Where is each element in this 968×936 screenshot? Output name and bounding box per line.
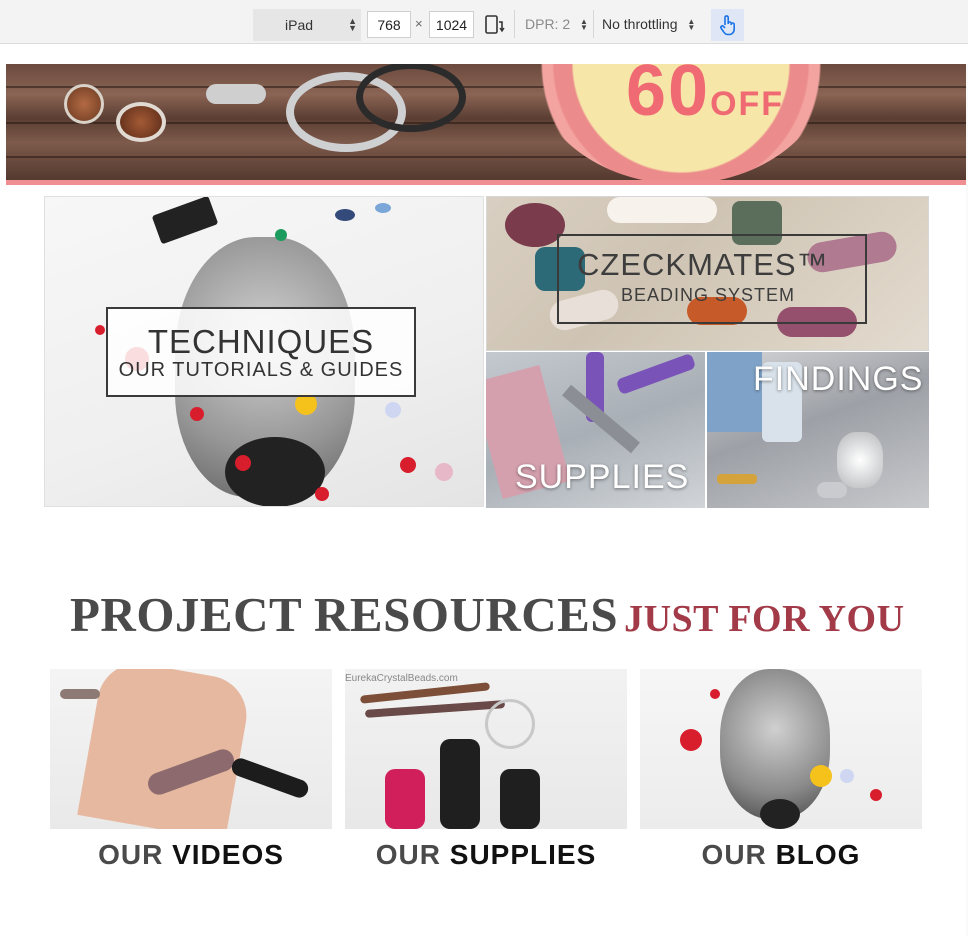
device-select-value: iPad bbox=[285, 17, 314, 33]
crystal-image bbox=[385, 402, 401, 418]
chevron-updown-icon: ▲ ▼ bbox=[348, 16, 357, 33]
studded-ring-image bbox=[356, 64, 466, 132]
model-figure-image bbox=[760, 799, 800, 829]
videos-caption-name: VIDEOS bbox=[172, 839, 284, 870]
supplies-caption-prefix: OUR bbox=[375, 839, 441, 870]
crystal-image bbox=[151, 197, 219, 245]
crystal-image bbox=[400, 457, 416, 473]
model-figure-image bbox=[225, 437, 325, 506]
supplies-title: SUPPLIES bbox=[515, 458, 690, 496]
supplies-caption-name: SUPPLIES bbox=[449, 839, 597, 870]
crystal-image bbox=[235, 455, 251, 471]
bead-strand-image bbox=[60, 689, 100, 699]
height-input[interactable]: 1024 bbox=[429, 11, 474, 38]
videos-caption[interactable]: OUR VIDEOS bbox=[50, 839, 332, 871]
throttle-value: No throttling bbox=[602, 16, 678, 32]
crystal-image bbox=[810, 765, 832, 787]
throttle-select[interactable]: No throttling ▲ ▼ bbox=[602, 16, 695, 32]
gold-toggle-image bbox=[717, 474, 757, 484]
crystal-image bbox=[375, 203, 391, 213]
supplies-caption[interactable]: OUR SUPPLIES bbox=[345, 839, 627, 871]
dpr-select[interactable]: DPR: 2 ▲ ▼ bbox=[525, 16, 588, 32]
promo-banner[interactable]: 60OFF bbox=[6, 64, 966, 185]
crystal-image bbox=[275, 229, 287, 241]
czeckmates-subtitle: BEADING SYSTEM bbox=[621, 285, 796, 305]
videos-card[interactable]: OUR VIDEOS bbox=[50, 669, 332, 871]
supplies-tile[interactable]: SUPPLIES bbox=[486, 352, 705, 508]
discount-badge-text: 60OFF bbox=[626, 64, 784, 132]
dimension-separator: × bbox=[415, 16, 423, 31]
cutters-image bbox=[440, 739, 480, 829]
star-bead-image bbox=[64, 84, 104, 124]
bead-strand-image bbox=[364, 700, 506, 718]
pearl-bead-image bbox=[607, 197, 717, 223]
supplies-card-image[interactable]: EurekaCrystalBeads.com bbox=[345, 669, 627, 829]
clasp-image bbox=[817, 482, 847, 498]
crystal-image bbox=[840, 769, 854, 783]
pliers-image bbox=[229, 755, 311, 801]
crystal-image bbox=[190, 407, 204, 421]
pink-pliers-image bbox=[385, 769, 425, 829]
discount-number: 60 bbox=[626, 64, 711, 131]
page-viewport: 60OFF TECHNIQUES OUR TUTORIALS & GUIDES bbox=[6, 64, 966, 936]
chevron-updown-icon: ▲ ▼ bbox=[687, 17, 696, 33]
watermark-text: EurekaCrystalBeads.com bbox=[345, 673, 458, 684]
silver-bead-image bbox=[206, 84, 266, 104]
blog-card-image[interactable] bbox=[640, 669, 922, 829]
crystal-image bbox=[435, 463, 453, 481]
touch-toggle[interactable] bbox=[711, 9, 744, 41]
device-toolbar: iPad ▲ ▼ 768 × 1024 DPR: 2 ▲ ▼ No throttli… bbox=[0, 0, 968, 44]
wood-grain bbox=[6, 156, 966, 158]
crystal-image bbox=[710, 689, 720, 699]
crystal-image bbox=[315, 487, 329, 501]
pliers-image bbox=[500, 769, 540, 829]
techniques-label-box: TECHNIQUES OUR TUTORIALS & GUIDES bbox=[106, 307, 416, 397]
model-figure-image bbox=[720, 669, 830, 819]
purple-pliers-image bbox=[615, 352, 697, 396]
techniques-subtitle: OUR TUTORIALS & GUIDES bbox=[118, 359, 404, 381]
project-resources-title: PROJECT RESOURCES bbox=[70, 587, 619, 642]
czeckmates-title: CZECKMATES™ bbox=[577, 247, 829, 282]
bead-strand-image bbox=[359, 682, 491, 704]
discount-suffix: OFF bbox=[710, 85, 785, 123]
dpr-value: DPR: 2 bbox=[525, 16, 571, 32]
device-select[interactable]: iPad ▲ ▼ bbox=[253, 9, 361, 41]
crystal-image bbox=[870, 789, 882, 801]
crystal-image bbox=[680, 729, 702, 751]
bead-image bbox=[505, 203, 565, 247]
toolbar-divider bbox=[514, 10, 515, 38]
project-resources-accent: JUST FOR YOU bbox=[624, 598, 905, 640]
crystal-image bbox=[95, 325, 105, 335]
wire-coil-image bbox=[485, 699, 535, 749]
crystal-image bbox=[335, 209, 355, 221]
banner-border bbox=[6, 180, 966, 185]
chevron-updown-icon: ▲ ▼ bbox=[580, 17, 588, 33]
videos-card-image[interactable] bbox=[50, 669, 332, 829]
width-input[interactable]: 768 bbox=[367, 11, 411, 38]
findings-tile[interactable]: FINDINGS bbox=[707, 352, 929, 508]
toolbar-divider bbox=[593, 10, 594, 38]
techniques-title: TECHNIQUES bbox=[147, 323, 375, 360]
blog-card[interactable]: OUR BLOG bbox=[640, 669, 922, 871]
supplies-card[interactable]: EurekaCrystalBeads.com OUR SUPPLIES bbox=[345, 669, 627, 871]
bead-image bbox=[116, 102, 166, 142]
findings-title: FINDINGS bbox=[753, 360, 924, 398]
czeckmates-tile[interactable]: CZECKMATES™ BEADING SYSTEM bbox=[486, 196, 929, 351]
blog-caption-name: BLOG bbox=[775, 839, 861, 870]
bell-cap-image bbox=[837, 432, 883, 488]
rotate-icon[interactable] bbox=[483, 14, 505, 36]
project-resources-heading: PROJECT RESOURCES JUST FOR YOU bbox=[70, 586, 905, 643]
blog-caption-prefix: OUR bbox=[701, 839, 767, 870]
blog-caption[interactable]: OUR BLOG bbox=[640, 839, 922, 871]
videos-caption-prefix: OUR bbox=[98, 839, 164, 870]
touch-hand-icon bbox=[719, 15, 735, 36]
techniques-tile[interactable]: TECHNIQUES OUR TUTORIALS & GUIDES bbox=[44, 196, 484, 507]
